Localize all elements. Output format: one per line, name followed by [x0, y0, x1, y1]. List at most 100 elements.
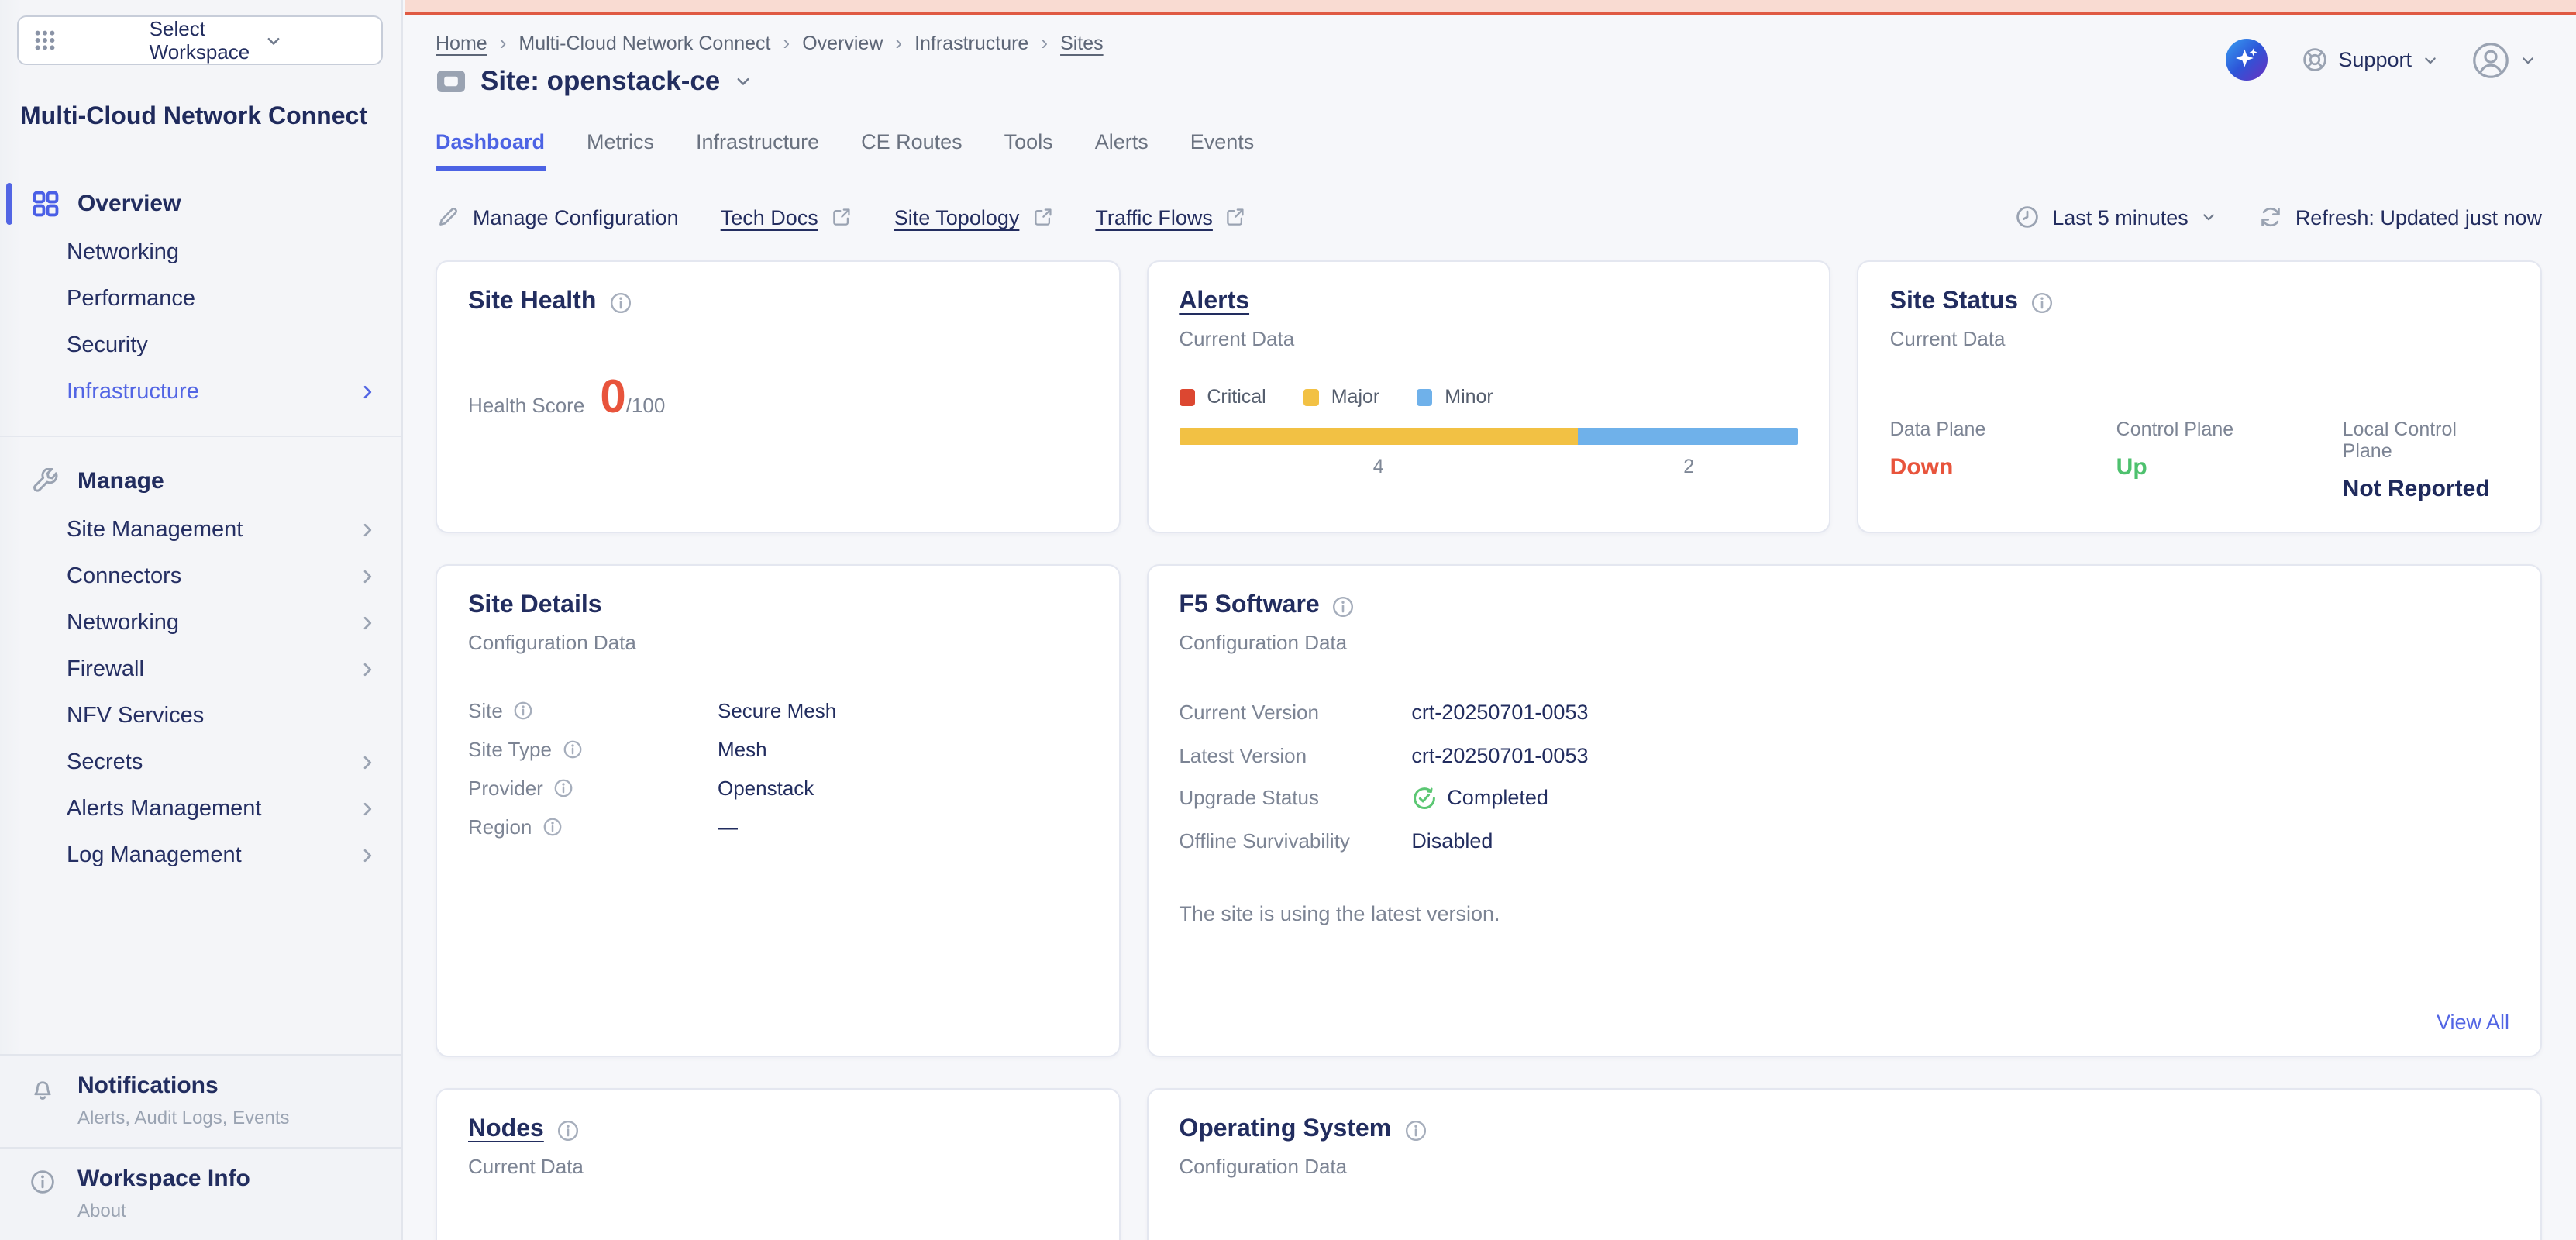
alerts-bar-labels: 4 2 [1179, 456, 1798, 480]
breadcrumb-product: Multi-Cloud Network Connect [518, 32, 770, 53]
sidebar-item-nfv-services[interactable]: NFV Services [0, 692, 401, 739]
chevron-down-icon[interactable] [734, 73, 751, 90]
legend-swatch-major [1303, 388, 1319, 405]
alerts-title-link[interactable]: Alerts [1179, 288, 1249, 316]
status-label: Control Plane [2116, 418, 2343, 440]
info-icon[interactable] [542, 817, 563, 837]
chevron-down-icon [2520, 52, 2536, 67]
legend-label: Critical [1207, 386, 1266, 408]
sidebar-divider [0, 435, 401, 436]
time-range-label: Last 5 minutes [2052, 205, 2189, 229]
breadcrumb-separator: › [895, 31, 902, 54]
sidebar-item-overview[interactable]: Overview [0, 177, 401, 229]
view-all-link[interactable]: View All [2437, 1011, 2509, 1034]
sidebar-item-label: Infrastructure [67, 379, 358, 404]
nodes-title-link[interactable]: Nodes [468, 1116, 544, 1144]
breadcrumb-infrastructure: Infrastructure [914, 32, 1028, 53]
dashboard-toolbar: Manage Configuration Tech Docs Site Topo… [436, 205, 2542, 229]
sidebar-item-notifications[interactable]: Notifications Alerts, Audit Logs, Events [0, 1054, 401, 1147]
breadcrumb-home[interactable]: Home [436, 32, 487, 53]
sidebar-item-label: Networking [67, 239, 377, 264]
sidebar-item-security[interactable]: Security [0, 322, 401, 368]
info-icon[interactable] [1403, 1118, 1427, 1142]
tech-docs-label: Tech Docs [721, 205, 818, 229]
sidebar-item-networking-overview[interactable]: Networking [0, 229, 401, 275]
traffic-flows-link[interactable]: Traffic Flows [1095, 205, 1247, 229]
sidebar-item-site-management[interactable]: Site Management [0, 506, 401, 553]
breadcrumb-separator: › [500, 31, 507, 54]
sidebar-item-secrets[interactable]: Secrets [0, 739, 401, 785]
chevron-down-icon [264, 32, 366, 49]
main-content: Home › Multi-Cloud Network Connect › Ove… [405, 0, 2576, 1240]
detail-value: — [718, 815, 738, 839]
status-control-plane: Control Plane Up [2116, 418, 2343, 502]
sidebar-item-label: Alerts Management [67, 796, 358, 821]
external-link-icon [1031, 206, 1053, 228]
sidebar-item-label: Performance [67, 286, 377, 311]
breadcrumb-sites[interactable]: Sites [1060, 32, 1104, 53]
sidebar-item-alerts-management[interactable]: Alerts Management [0, 785, 401, 832]
time-range-selector[interactable]: Last 5 minutes [2015, 205, 2216, 229]
info-icon[interactable] [608, 291, 632, 314]
refresh-button[interactable]: Refresh: Updated just now [2258, 205, 2542, 229]
tab-alerts[interactable]: Alerts [1095, 130, 1149, 170]
tab-dashboard[interactable]: Dashboard [436, 130, 545, 170]
site-details-card: Site Details Configuration Data Site Sec… [436, 564, 1120, 1057]
alerts-subtitle: Current Data [1179, 327, 1798, 350]
sidebar-item-firewall[interactable]: Firewall [0, 646, 401, 692]
sidebar: Select Workspace Multi-Cloud Network Con… [0, 0, 403, 1240]
tab-events[interactable]: Events [1190, 130, 1255, 170]
pencil-icon [436, 205, 460, 229]
breadcrumb-overview: Overview [802, 32, 883, 53]
sidebar-item-manage[interactable]: Manage [0, 455, 401, 506]
detail-value: Secure Mesh [718, 699, 836, 722]
site-topology-link[interactable]: Site Topology [894, 205, 1054, 229]
chevron-right-icon [358, 613, 377, 632]
software-value: Disabled [1411, 829, 1493, 852]
external-link-icon [1225, 206, 1247, 228]
grid-dots-icon [34, 29, 136, 51]
software-row-offline-survivability: Offline Survivability Disabled [1179, 819, 2509, 862]
chevron-right-icon [358, 846, 377, 864]
tab-metrics[interactable]: Metrics [587, 130, 654, 170]
status-value: Not Reported [2343, 476, 2509, 502]
sidebar-item-label: Secrets [67, 749, 358, 774]
sidebar-item-label: Overview [77, 190, 181, 216]
sidebar-item-label: Networking [67, 610, 358, 635]
status-label: Local Control Plane [2343, 418, 2509, 462]
alerts-legend: Critical Major Minor [1179, 386, 1798, 408]
status-local-control-plane: Local Control Plane Not Reported [2343, 418, 2509, 502]
sidebar-item-label: Site Management [67, 517, 358, 542]
tab-infrastructure[interactable]: Infrastructure [696, 130, 819, 170]
legend-item-minor: Minor [1417, 386, 1493, 408]
sidebar-item-performance[interactable]: Performance [0, 275, 401, 322]
sidebar-item-connectors[interactable]: Connectors [0, 553, 401, 599]
tab-tools[interactable]: Tools [1004, 130, 1053, 170]
info-icon[interactable] [556, 1118, 580, 1142]
workspace-selector-label: Select Workspace [150, 17, 251, 64]
notifications-subtitle: Alerts, Audit Logs, Events [77, 1107, 380, 1128]
site-status-subtitle: Current Data [1890, 327, 2509, 350]
ai-assistant-button[interactable] [2225, 39, 2267, 81]
info-icon[interactable] [1332, 594, 1355, 618]
info-icon[interactable] [563, 739, 583, 760]
sidebar-item-workspace-info[interactable]: Workspace Info About [0, 1147, 401, 1240]
support-menu[interactable]: Support [2301, 46, 2438, 73]
software-label: Latest Version [1179, 744, 1411, 767]
tab-ce-routes[interactable]: CE Routes [861, 130, 963, 170]
site-status-title: Site Status [1890, 288, 2018, 316]
sidebar-item-log-management[interactable]: Log Management [0, 832, 401, 878]
info-icon[interactable] [554, 778, 574, 798]
account-menu[interactable] [2472, 41, 2536, 78]
sidebar-item-infrastructure[interactable]: Infrastructure [0, 368, 401, 415]
tech-docs-link[interactable]: Tech Docs [721, 205, 852, 229]
f5-software-title: F5 Software [1179, 592, 1319, 620]
sidebar-item-networking-manage[interactable]: Networking [0, 599, 401, 646]
workspace-selector[interactable]: Select Workspace [17, 16, 383, 65]
manage-configuration-button[interactable]: Manage Configuration [436, 205, 679, 229]
info-icon[interactable] [514, 701, 534, 721]
detail-row-site-type: Site Type Mesh [468, 730, 1087, 769]
traffic-flows-label: Traffic Flows [1095, 205, 1213, 229]
detail-row-region: Region — [468, 808, 1087, 846]
info-icon[interactable] [2030, 291, 2054, 314]
